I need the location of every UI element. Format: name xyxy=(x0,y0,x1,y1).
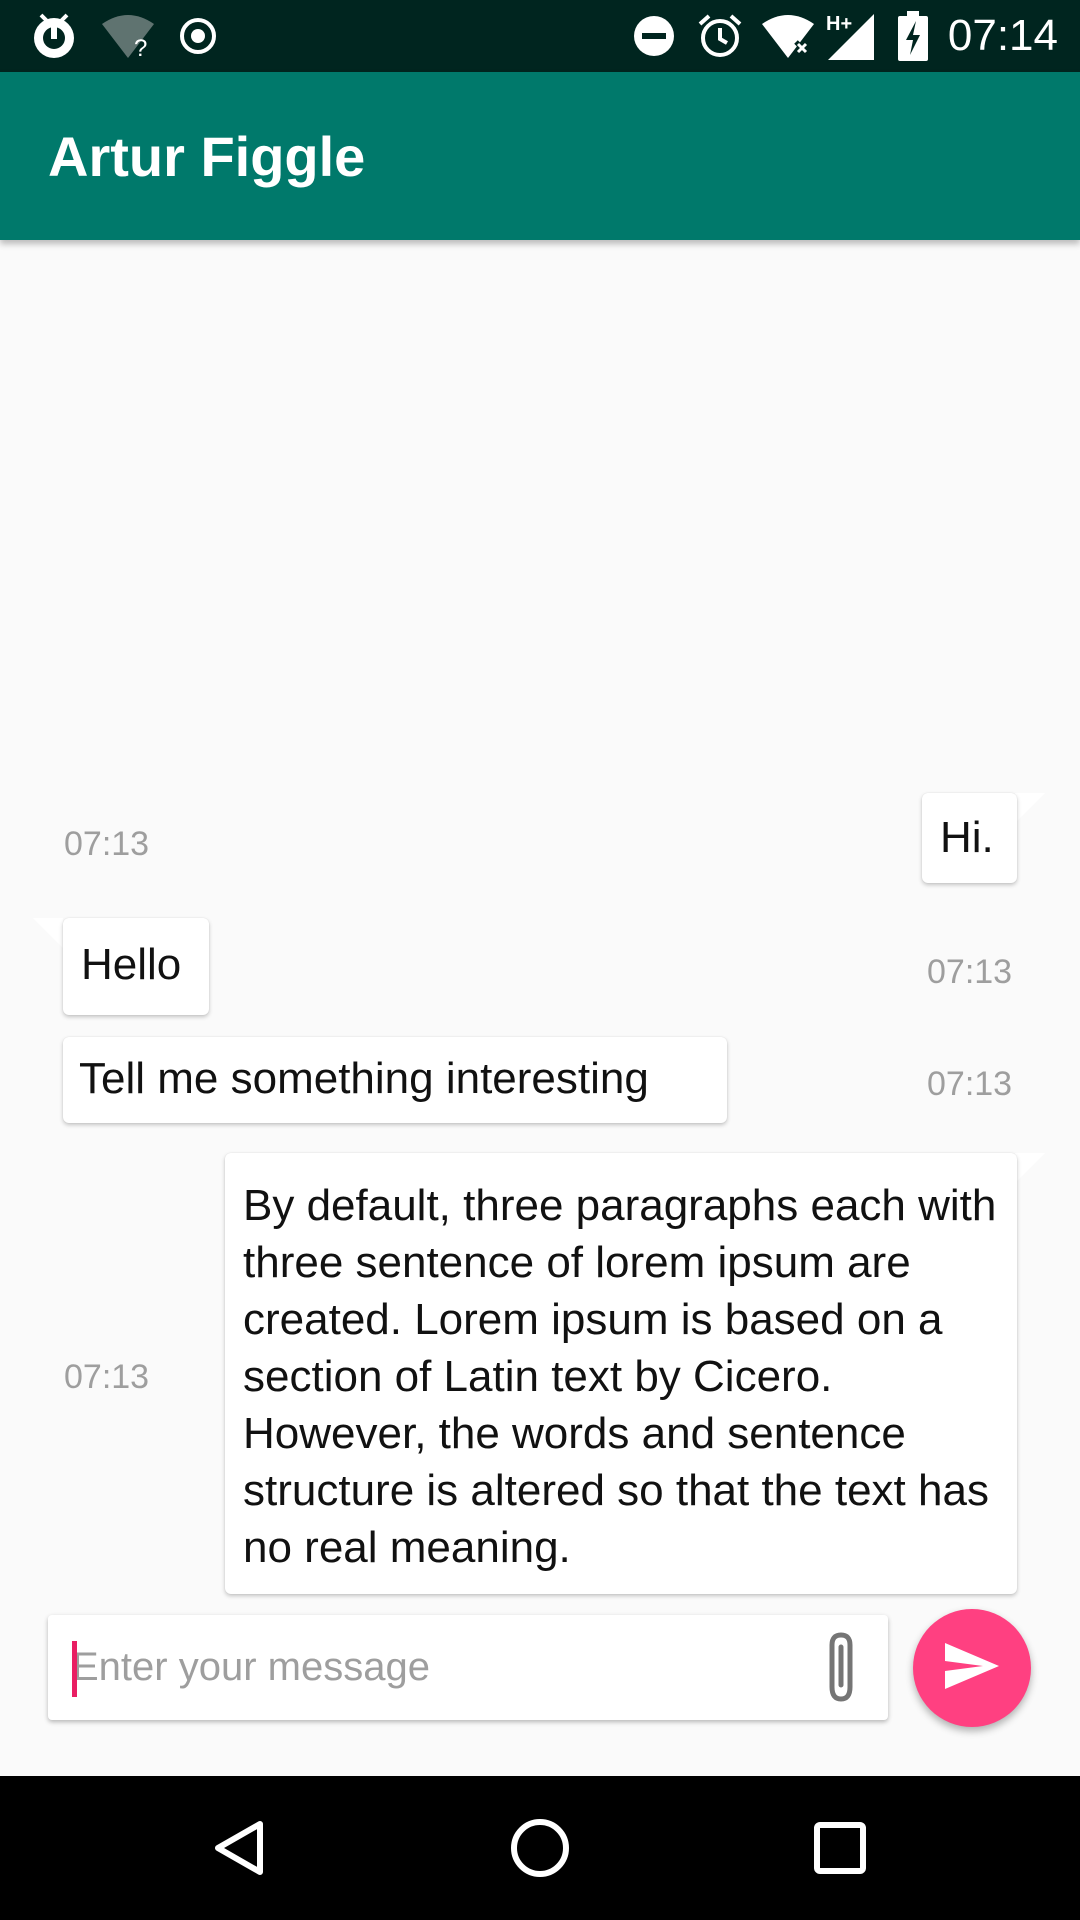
svg-text:?: ? xyxy=(134,35,147,60)
navigation-bar xyxy=(0,1776,1080,1920)
message-timestamp: 07:13 xyxy=(927,1065,1013,1103)
bubble-tail xyxy=(1015,793,1045,823)
message-timestamp: 07:13 xyxy=(64,825,150,863)
send-button[interactable] xyxy=(913,1609,1031,1727)
text-cursor xyxy=(72,1641,77,1697)
status-time: 07:14 xyxy=(947,11,1058,60)
chat-message-list[interactable]: Hi. 07:13 Hello 07:13 Tell me something … xyxy=(0,240,1080,1600)
back-icon[interactable] xyxy=(170,1776,310,1920)
message-text: By default, three paragraphs each with t… xyxy=(243,1181,997,1572)
wifi-no-internet-icon xyxy=(758,0,818,72)
message-timestamp: 07:13 xyxy=(64,1358,150,1396)
app-bar: Artur Figgle xyxy=(0,72,1080,240)
message-bubble[interactable]: Tell me something interesting xyxy=(63,1037,727,1123)
app-notification-icon xyxy=(24,0,84,72)
do-not-disturb-icon xyxy=(630,0,678,72)
bubble-tail xyxy=(33,918,63,948)
record-icon xyxy=(176,0,220,72)
recents-icon[interactable] xyxy=(770,1776,910,1920)
alarm-icon xyxy=(694,0,746,72)
message-composer xyxy=(48,1615,888,1720)
svg-text:H+: H+ xyxy=(826,13,852,35)
message-text: Tell me something interesting xyxy=(79,1054,649,1103)
bubble-tail xyxy=(1015,1153,1045,1183)
signal-hplus-icon: H+ xyxy=(824,0,876,72)
battery-charging-icon xyxy=(896,0,930,72)
status-bar: ? H+ 07:14 xyxy=(0,0,1080,72)
message-bubble[interactable]: Hi. xyxy=(922,793,1017,883)
message-timestamp: 07:13 xyxy=(927,953,1013,991)
message-bubble[interactable]: By default, three paragraphs each with t… xyxy=(225,1153,1017,1594)
paperclip-icon[interactable] xyxy=(816,1629,866,1707)
message-text: Hello xyxy=(81,940,182,989)
send-icon xyxy=(943,1641,1001,1696)
contact-name-title: Artur Figgle xyxy=(48,124,366,188)
message-bubble[interactable]: Hello xyxy=(63,918,209,1015)
message-input[interactable] xyxy=(72,1615,812,1720)
home-icon[interactable] xyxy=(470,1776,610,1920)
message-text: Hi. xyxy=(940,813,994,862)
wifi-unknown-icon: ? xyxy=(98,0,158,72)
